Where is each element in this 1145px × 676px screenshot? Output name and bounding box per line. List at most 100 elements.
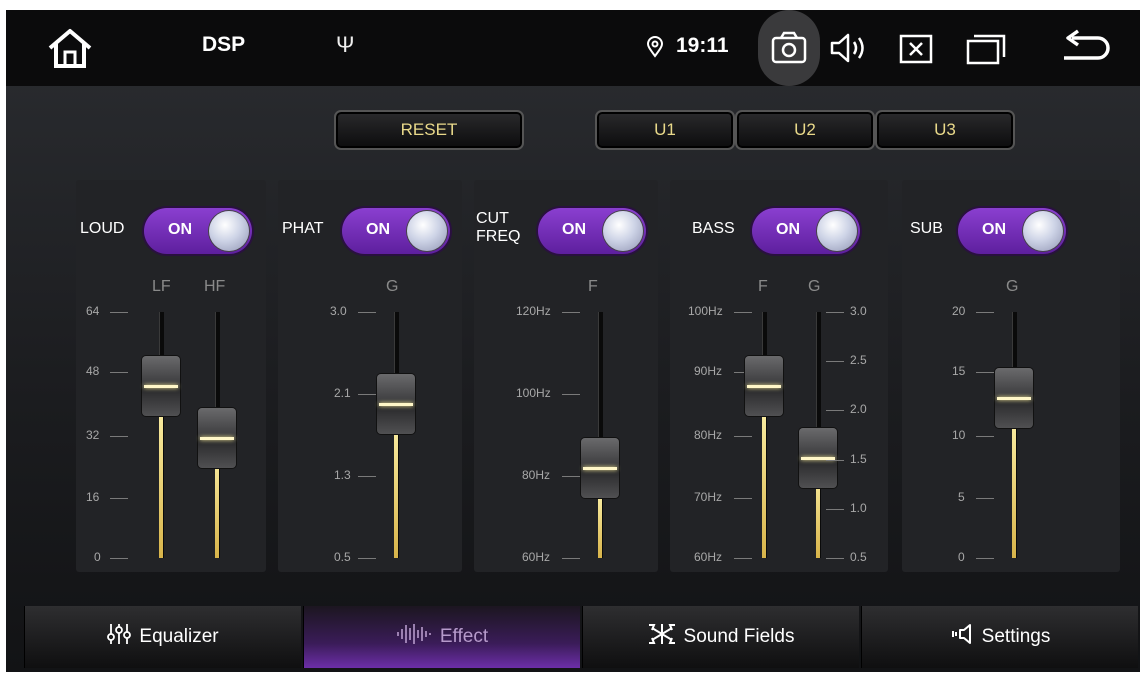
tick-label: 70Hz	[694, 490, 723, 504]
sub-panel: SUB ON G 20 15 10 5 0	[902, 180, 1120, 572]
tick-label: 3.0	[850, 304, 867, 318]
tab-label: Effect	[439, 626, 489, 647]
clock: 19:11	[676, 34, 729, 57]
recent-apps-icon[interactable]	[964, 31, 1008, 67]
g-channel-label: G	[386, 278, 399, 295]
tick-label: 80Hz	[522, 468, 551, 482]
tick-mark	[110, 312, 128, 313]
home-icon[interactable]	[44, 26, 96, 70]
tick-label: 1.3	[334, 468, 351, 482]
sub-label: SUB	[910, 220, 943, 237]
tick-label: 10	[952, 428, 966, 442]
bass-label: BASS	[692, 220, 735, 237]
tick-label: 2.5	[850, 353, 867, 367]
volume-icon[interactable]	[828, 30, 872, 66]
tick-label: 100Hz	[688, 304, 723, 318]
tick-mark	[358, 476, 376, 477]
bass-g-slider-thumb[interactable]	[799, 428, 837, 488]
hf-slider-thumb[interactable]	[198, 408, 236, 468]
bass-f-slider-thumb[interactable]	[745, 356, 783, 416]
tab-label: Sound Fields	[683, 626, 795, 647]
back-icon[interactable]	[1058, 28, 1114, 68]
tick-label: 20	[952, 304, 966, 318]
tab-effect[interactable]: Effect	[303, 606, 580, 668]
toggle-state: ON	[168, 221, 192, 238]
cut-freq-label: CUT FREQ	[476, 210, 521, 245]
tick-label: 48	[86, 364, 100, 378]
tick-label: 120Hz	[516, 304, 551, 318]
loud-toggle[interactable]: ON	[144, 208, 252, 254]
bottom-tab-bar: Equalizer Effect Sound Fields Settings	[24, 606, 1140, 668]
phat-panel: PHAT ON G 3.0 2.1 1.3 0.5	[278, 180, 462, 572]
tick-mark	[734, 436, 752, 437]
toggle-state: ON	[982, 221, 1006, 238]
tick-label: 32	[86, 428, 100, 442]
tick-mark	[562, 558, 580, 559]
tick-mark	[826, 361, 844, 362]
tick-mark	[976, 558, 994, 559]
phat-g-slider-thumb[interactable]	[377, 374, 415, 434]
tick-mark	[110, 436, 128, 437]
tick-label: 60Hz	[522, 550, 551, 564]
settings-speaker-icon	[950, 622, 974, 652]
tick-mark	[358, 558, 376, 559]
preset-u3-button[interactable]: U3	[875, 110, 1015, 150]
sub-toggle[interactable]: ON	[958, 208, 1066, 254]
camera-icon[interactable]	[769, 30, 809, 66]
close-box-icon[interactable]	[898, 33, 934, 65]
phat-label: PHAT	[282, 220, 324, 237]
g-channel-label: G	[1006, 278, 1019, 295]
tick-mark	[976, 372, 994, 373]
tick-label: 1.5	[850, 452, 867, 466]
lf-slider-thumb[interactable]	[142, 356, 180, 416]
reset-button[interactable]: RESET	[334, 110, 524, 150]
equalizer-icon	[107, 623, 132, 651]
tab-settings[interactable]: Settings	[861, 606, 1138, 668]
tick-label: 15	[952, 364, 966, 378]
sub-g-slider-thumb[interactable]	[995, 368, 1033, 428]
toggle-knob	[1023, 211, 1063, 251]
tab-equalizer[interactable]: Equalizer	[24, 606, 301, 668]
tick-mark	[826, 460, 844, 461]
hf-channel-label: HF	[204, 278, 226, 295]
tick-label: 0.5	[334, 550, 351, 564]
tick-mark	[976, 312, 994, 313]
toggle-knob	[817, 211, 857, 251]
usb-icon: Ψ	[336, 32, 355, 57]
tick-label: 0.5	[850, 550, 867, 564]
toggle-state: ON	[562, 221, 586, 238]
tick-mark	[826, 312, 844, 313]
tick-label: 3.0	[330, 304, 347, 318]
tick-label: 100Hz	[516, 386, 551, 400]
tick-mark	[826, 410, 844, 411]
tick-mark	[734, 312, 752, 313]
lf-channel-label: LF	[152, 278, 171, 295]
tick-mark	[110, 498, 128, 499]
loud-label: LOUD	[80, 220, 125, 237]
cut-freq-slider-thumb[interactable]	[581, 438, 619, 498]
tick-label: 90Hz	[694, 364, 723, 378]
tick-mark	[734, 558, 752, 559]
bass-toggle[interactable]: ON	[752, 208, 860, 254]
f-channel-label: F	[588, 278, 598, 295]
tick-mark	[110, 558, 128, 559]
phat-toggle[interactable]: ON	[342, 208, 450, 254]
toggle-knob	[209, 211, 249, 251]
loud-panel: LOUD ON LF HF 64 48 32 16 0	[76, 180, 266, 572]
preset-u1-button[interactable]: U1	[595, 110, 735, 150]
tick-mark	[976, 436, 994, 437]
tick-mark	[110, 372, 128, 373]
cut-freq-toggle[interactable]: ON	[538, 208, 646, 254]
tick-label: 64	[86, 304, 100, 318]
tick-label: 1.0	[850, 501, 867, 515]
sound-fields-icon	[648, 622, 676, 652]
tick-mark	[976, 498, 994, 499]
toggle-knob	[407, 211, 447, 251]
tab-sound-fields[interactable]: Sound Fields	[582, 606, 859, 668]
toggle-knob	[603, 211, 643, 251]
location-icon	[646, 36, 664, 58]
preset-u2-button[interactable]: U2	[735, 110, 875, 150]
tick-mark	[562, 476, 580, 477]
tick-mark	[734, 498, 752, 499]
tick-label: 5	[958, 490, 965, 504]
